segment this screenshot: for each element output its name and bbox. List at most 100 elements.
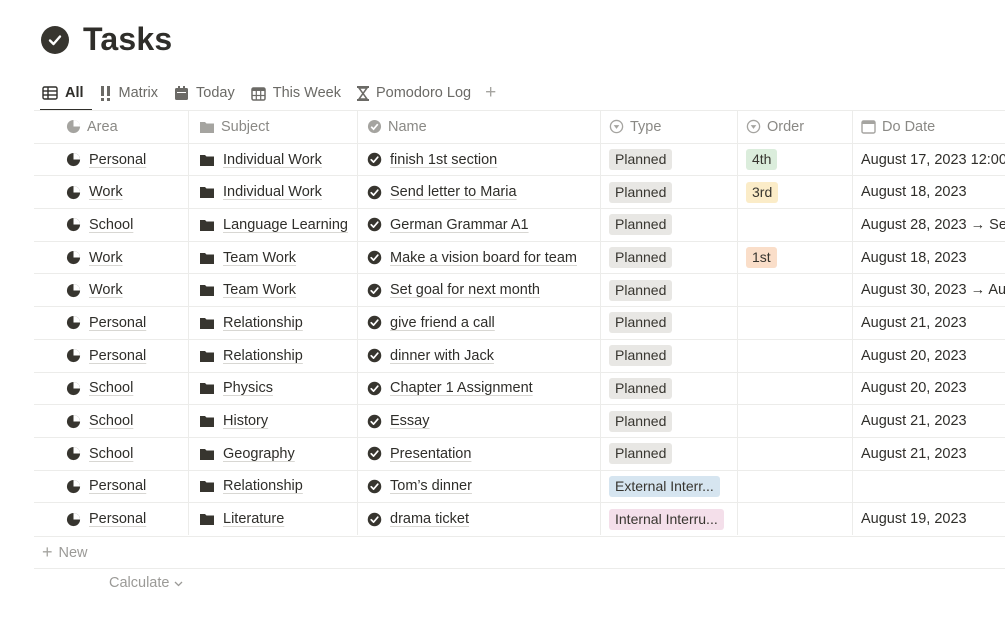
subject-link[interactable]: Relationship xyxy=(223,478,303,494)
type-cell[interactable]: Planned xyxy=(600,176,737,209)
area-cell[interactable]: School xyxy=(34,405,188,437)
name-cell[interactable]: drama ticket xyxy=(357,503,600,535)
area-cell[interactable]: Personal xyxy=(34,340,188,372)
tab-matrix[interactable]: Matrix xyxy=(92,76,166,110)
order-cell[interactable]: 4th xyxy=(737,143,852,176)
subject-cell[interactable]: Language Learning xyxy=(188,209,357,241)
tab-today[interactable]: Today xyxy=(166,76,243,110)
do-date-cell[interactable]: August 17, 2023 12:00 xyxy=(852,143,1005,176)
task-name-link[interactable]: drama ticket xyxy=(390,511,469,527)
area-link[interactable]: Personal xyxy=(89,511,146,527)
order-cell[interactable] xyxy=(737,503,852,535)
type-cell[interactable]: Planned xyxy=(600,274,737,307)
subject-link[interactable]: Literature xyxy=(223,511,284,527)
task-name-link[interactable]: dinner with Jack xyxy=(390,348,494,364)
area-link[interactable]: Personal xyxy=(89,315,146,331)
order-cell[interactable] xyxy=(737,339,852,372)
subject-link[interactable]: Team Work xyxy=(223,250,296,266)
area-cell[interactable]: School xyxy=(34,209,188,241)
task-name-link[interactable]: Make a vision board for team xyxy=(390,250,577,266)
do-date-cell[interactable]: August 20, 2023 xyxy=(852,372,1005,405)
order-cell[interactable] xyxy=(737,437,852,470)
subject-cell[interactable]: Individual Work xyxy=(188,176,357,209)
do-date-cell[interactable]: August 28, 2023 → Se xyxy=(852,209,1005,241)
order-cell[interactable] xyxy=(737,405,852,437)
table-row[interactable]: Personal Relationship Tom’s dinner External… xyxy=(34,469,1005,503)
name-cell[interactable]: give friend a call xyxy=(357,307,600,339)
area-cell[interactable]: Personal xyxy=(34,144,188,176)
table-row[interactable]: School Language Learning German Grammar A1… xyxy=(34,208,1005,241)
area-link[interactable]: Personal xyxy=(89,348,146,364)
task-name-link[interactable]: German Grammar A1 xyxy=(390,217,529,233)
table-row[interactable]: Work Team Work Make a vision board for tea… xyxy=(34,240,1005,274)
do-date-cell[interactable]: August 19, 2023 xyxy=(852,503,1005,535)
area-cell[interactable]: Personal xyxy=(34,503,188,535)
subject-link[interactable]: Geography xyxy=(223,446,295,462)
area-link[interactable]: School xyxy=(89,380,133,396)
table-row[interactable]: School Physics Chapter 1 Assignment Planned… xyxy=(34,371,1005,405)
type-cell[interactable]: Planned xyxy=(600,209,737,241)
type-cell[interactable]: Planned xyxy=(600,405,737,437)
order-cell[interactable]: 1st xyxy=(737,241,852,274)
name-cell[interactable]: Presentation xyxy=(357,437,600,470)
tab-pomodoro-log[interactable]: Pomodoro Log xyxy=(349,76,479,110)
table-row[interactable]: Personal Relationship give friend a call Pl… xyxy=(34,306,1005,339)
column-header-subject[interactable]: Subject xyxy=(188,111,357,143)
column-header-do-date[interactable]: Do Date xyxy=(852,111,1005,143)
column-header-name[interactable]: Name xyxy=(357,111,600,143)
type-cell[interactable]: Planned xyxy=(600,241,737,274)
name-cell[interactable]: Make a vision board for team xyxy=(357,241,600,274)
subject-link[interactable]: Physics xyxy=(223,380,273,396)
subject-link[interactable]: History xyxy=(223,413,268,429)
subject-cell[interactable]: Relationship xyxy=(188,307,357,339)
subject-link[interactable]: Language Learning xyxy=(223,217,348,233)
calculate-button[interactable]: Calculate xyxy=(109,575,183,591)
task-name-link[interactable]: give friend a call xyxy=(390,315,495,331)
do-date-cell[interactable] xyxy=(852,470,1005,503)
area-cell[interactable]: Work xyxy=(34,274,188,306)
tab-this-week[interactable]: This Week xyxy=(243,76,349,110)
area-cell[interactable]: School xyxy=(34,438,188,470)
do-date-cell[interactable]: August 30, 2023 → Au xyxy=(852,274,1005,307)
table-row[interactable]: Work Team Work Set goal for next month Plan… xyxy=(34,273,1005,307)
name-cell[interactable]: Chapter 1 Assignment xyxy=(357,372,600,405)
table-row[interactable]: Personal Relationship dinner with Jack Plan… xyxy=(34,338,1005,372)
name-cell[interactable]: German Grammar A1 xyxy=(357,209,600,241)
subject-cell[interactable]: Geography xyxy=(188,437,357,470)
table-row[interactable]: Personal Literature drama ticket Internal I… xyxy=(34,502,1005,535)
type-cell[interactable]: Internal Interru... xyxy=(600,503,737,535)
order-cell[interactable]: 3rd xyxy=(737,176,852,209)
name-cell[interactable]: Essay xyxy=(357,405,600,437)
do-date-cell[interactable]: August 18, 2023 xyxy=(852,176,1005,209)
subject-link[interactable]: Individual Work xyxy=(223,184,322,200)
area-link[interactable]: School xyxy=(89,413,133,429)
subject-cell[interactable]: Team Work xyxy=(188,241,357,274)
do-date-cell[interactable]: August 21, 2023 xyxy=(852,405,1005,437)
subject-link[interactable]: Relationship xyxy=(223,315,303,331)
area-cell[interactable]: Personal xyxy=(34,307,188,339)
name-cell[interactable]: dinner with Jack xyxy=(357,339,600,372)
column-header-order[interactable]: Order xyxy=(737,111,852,143)
area-cell[interactable]: School xyxy=(34,373,188,405)
subject-link[interactable]: Team Work xyxy=(223,282,296,298)
name-cell[interactable]: Tom’s dinner xyxy=(357,470,600,503)
do-date-cell[interactable]: August 21, 2023 xyxy=(852,437,1005,470)
order-cell[interactable] xyxy=(737,274,852,307)
table-row[interactable]: Work Individual Work Send letter to Maria P… xyxy=(34,175,1005,209)
subject-cell[interactable]: Team Work xyxy=(188,274,357,307)
type-cell[interactable]: Planned xyxy=(600,339,737,372)
add-view-button[interactable]: + xyxy=(479,82,502,104)
do-date-cell[interactable]: August 18, 2023 xyxy=(852,241,1005,274)
area-link[interactable]: Personal xyxy=(89,152,146,168)
area-link[interactable]: Personal xyxy=(89,478,146,494)
order-cell[interactable] xyxy=(737,372,852,405)
new-row-button[interactable]: + New xyxy=(34,536,1005,569)
area-link[interactable]: Work xyxy=(89,282,123,298)
type-cell[interactable]: External Interr... xyxy=(600,470,737,503)
column-header-type[interactable]: Type xyxy=(600,111,737,143)
area-cell[interactable]: Work xyxy=(34,242,188,274)
tab-all[interactable]: All xyxy=(34,76,92,111)
subject-link[interactable]: Individual Work xyxy=(223,152,322,168)
subject-cell[interactable]: Relationship xyxy=(188,470,357,503)
name-cell[interactable]: Send letter to Maria xyxy=(357,176,600,209)
